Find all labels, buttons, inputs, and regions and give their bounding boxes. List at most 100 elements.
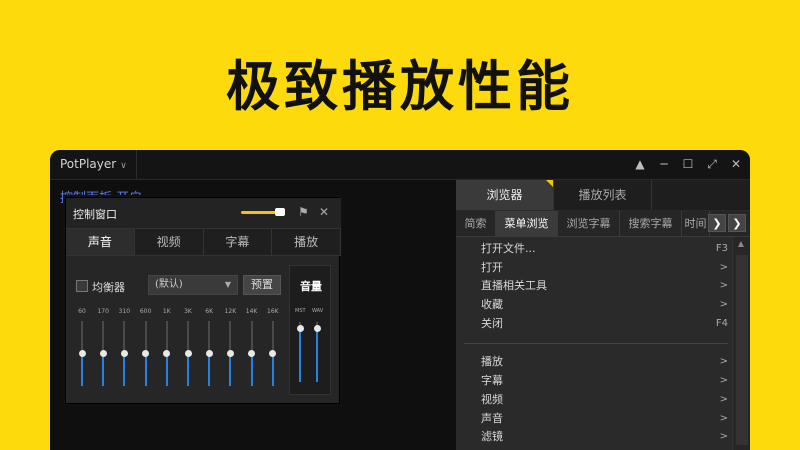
eq-band-label: 14K: [245, 308, 258, 315]
volume-channel-label: WAV: [312, 308, 324, 314]
pane-top-tabs: 浏览器 播放列表: [456, 180, 750, 210]
control-panel-tabs: 声音 视频 字幕 播放: [66, 228, 341, 256]
preset-button[interactable]: 预置: [243, 275, 281, 295]
tab-browser-label: 浏览器: [486, 188, 523, 202]
chevron-right-icon[interactable]: ❯: [708, 214, 726, 232]
menu-item-shortcut: >: [719, 299, 728, 311]
menu-item-label: 声音: [481, 411, 503, 425]
volume-thumb[interactable]: [313, 324, 321, 332]
potplayer-window: PotPlayer∨ ▲ ─ ☐ ⤢ ✕ 控制面板 开启 控制窗口 ⚑ ✕ 声音…: [50, 150, 750, 450]
menu-item-shortcut: >: [719, 412, 728, 424]
tab-playlist[interactable]: 播放列表: [554, 180, 652, 210]
tab-time[interactable]: 时间: [682, 211, 710, 236]
volume-label: 音量: [300, 280, 322, 293]
menu-item-shortcut: F4: [715, 317, 728, 329]
tab-audio[interactable]: 声音: [66, 229, 135, 255]
menu-group-playback: 播放 > 字幕 > 视频 > 声音 > 滤镜 >: [456, 353, 732, 446]
chevron-down-icon[interactable]: ❯: [728, 214, 746, 232]
pane-sub-tabs: 简索 菜单浏览 浏览字幕 搜索字幕 时间: [456, 211, 750, 237]
eq-band-thumb[interactable]: [78, 350, 86, 357]
menu-item-label: 视频: [481, 392, 503, 406]
volume-box: 音量 MST WAV: [289, 265, 331, 395]
menu-list: 打开文件... F3 打开 > 直播相关工具 > 收藏 > 关闭 F4 播放 > 字幕 > 视…: [456, 240, 732, 447]
divider: [136, 150, 137, 180]
scrollbar[interactable]: ▲: [732, 237, 750, 450]
eq-band-thumb[interactable]: [99, 350, 107, 357]
eq-band-label: 12K: [224, 308, 237, 315]
eq-band-thumb[interactable]: [120, 350, 128, 357]
eq-band-fill: [208, 353, 211, 386]
pin-icon[interactable]: ⚑: [298, 205, 309, 219]
control-panel-title: 控制窗口: [73, 208, 117, 221]
eq-band-fill: [123, 353, 126, 386]
menu-item-label: 收藏: [481, 298, 503, 312]
tab-playback[interactable]: 播放: [272, 229, 341, 255]
tab-browser[interactable]: 浏览器: [456, 180, 554, 210]
tab-subtitle[interactable]: 字幕: [204, 229, 273, 255]
menu-item-close[interactable]: 关闭 F4: [456, 315, 732, 334]
window-controls: ▲ ─ ☐ ⤢ ✕: [634, 157, 742, 172]
close-icon[interactable]: ✕: [730, 157, 742, 172]
eq-band-label: 600: [139, 308, 152, 315]
scroll-up-icon[interactable]: ▲: [732, 239, 750, 248]
fullscreen-icon[interactable]: ⤢: [706, 157, 718, 172]
tab-search-subtitle[interactable]: 搜索字幕: [620, 211, 682, 236]
eq-band-thumb[interactable]: [269, 350, 277, 357]
menu-item-video[interactable]: 视频 >: [456, 391, 732, 410]
eq-band-fill: [81, 353, 83, 386]
control-panel-header: 控制窗口 ⚑ ✕: [66, 198, 341, 228]
eq-band-thumb[interactable]: [248, 350, 256, 357]
chevron-down-icon: ∨: [120, 161, 127, 171]
opacity-slider-thumb[interactable]: [275, 208, 285, 216]
scrollbar-thumb[interactable]: [736, 255, 748, 445]
preset-select[interactable]: (默认) ▼: [148, 275, 238, 295]
eq-band-label: 16K: [267, 308, 279, 315]
eq-band-fill: [229, 353, 232, 386]
menu-item-label: 直播相关工具: [481, 279, 547, 293]
menu-item-live-tools[interactable]: 直播相关工具 >: [456, 277, 732, 296]
menu-item-shortcut: F3: [715, 243, 728, 254]
menu-item-label: 字幕: [481, 374, 503, 388]
eq-band-thumb[interactable]: [184, 350, 192, 357]
equalizer-label: 均衡器: [92, 281, 125, 294]
minimize-icon[interactable]: ─: [658, 157, 670, 172]
pin-icon[interactable]: ▲: [634, 157, 646, 172]
menu-item-open-file[interactable]: 打开文件... F3: [456, 240, 732, 259]
menu-item-shortcut: >: [719, 261, 728, 273]
volume-thumb[interactable]: [296, 324, 304, 332]
equalizer-checkbox[interactable]: [76, 280, 88, 292]
close-icon[interactable]: ✕: [319, 205, 329, 219]
menu-item-open[interactable]: 打开 >: [456, 259, 732, 278]
menu-item-label: 打开: [481, 260, 503, 274]
menu-group-file: 打开文件... F3 打开 > 直播相关工具 > 收藏 > 关闭 F4: [456, 240, 732, 333]
eq-band-fill: [102, 353, 105, 386]
eq-band-fill: [250, 353, 253, 386]
tab-index[interactable]: 简索: [456, 211, 496, 236]
menu-item-playback[interactable]: 播放 >: [456, 353, 732, 372]
menu-item-shortcut: >: [719, 280, 728, 292]
menu-item-shortcut: >: [719, 431, 728, 443]
menu-item-label: 关闭: [481, 316, 503, 330]
eq-band-thumb[interactable]: [226, 350, 234, 357]
tab-browse-subtitle[interactable]: 浏览字幕: [558, 211, 620, 236]
app-menu-button[interactable]: PotPlayer ∨: [60, 157, 127, 171]
eq-band-fill: [144, 353, 147, 386]
menu-item-label: 滤镜: [481, 430, 503, 444]
title-bar: PotPlayer ∨ ▲ ─ ☐ ⤢ ✕: [50, 150, 750, 180]
eq-band-fill: [187, 353, 189, 386]
menu-item-subtitle[interactable]: 字幕 >: [456, 372, 732, 391]
eq-band-thumb[interactable]: [142, 350, 150, 357]
menu-item-shortcut: >: [719, 356, 728, 368]
menu-item-favorites[interactable]: 收藏 >: [456, 296, 732, 315]
eq-band-thumb[interactable]: [205, 350, 213, 357]
eq-band-label: 3K: [184, 308, 192, 315]
eq-band-label: 6K: [205, 308, 214, 315]
menu-item-audio[interactable]: 声音 >: [456, 410, 732, 429]
app-title: PotPlayer: [60, 157, 117, 171]
tab-menu-browse[interactable]: 菜单浏览: [496, 211, 558, 236]
menu-item-filter[interactable]: 滤镜 >: [456, 428, 732, 447]
browser-pane: 浏览器 播放列表 简索 菜单浏览 浏览字幕 搜索字幕 时间 ❯ ❯ 打开文件..…: [456, 180, 750, 450]
maximize-icon[interactable]: ☐: [682, 157, 694, 172]
eq-band-thumb[interactable]: [163, 350, 171, 357]
tab-video[interactable]: 视频: [135, 229, 204, 255]
